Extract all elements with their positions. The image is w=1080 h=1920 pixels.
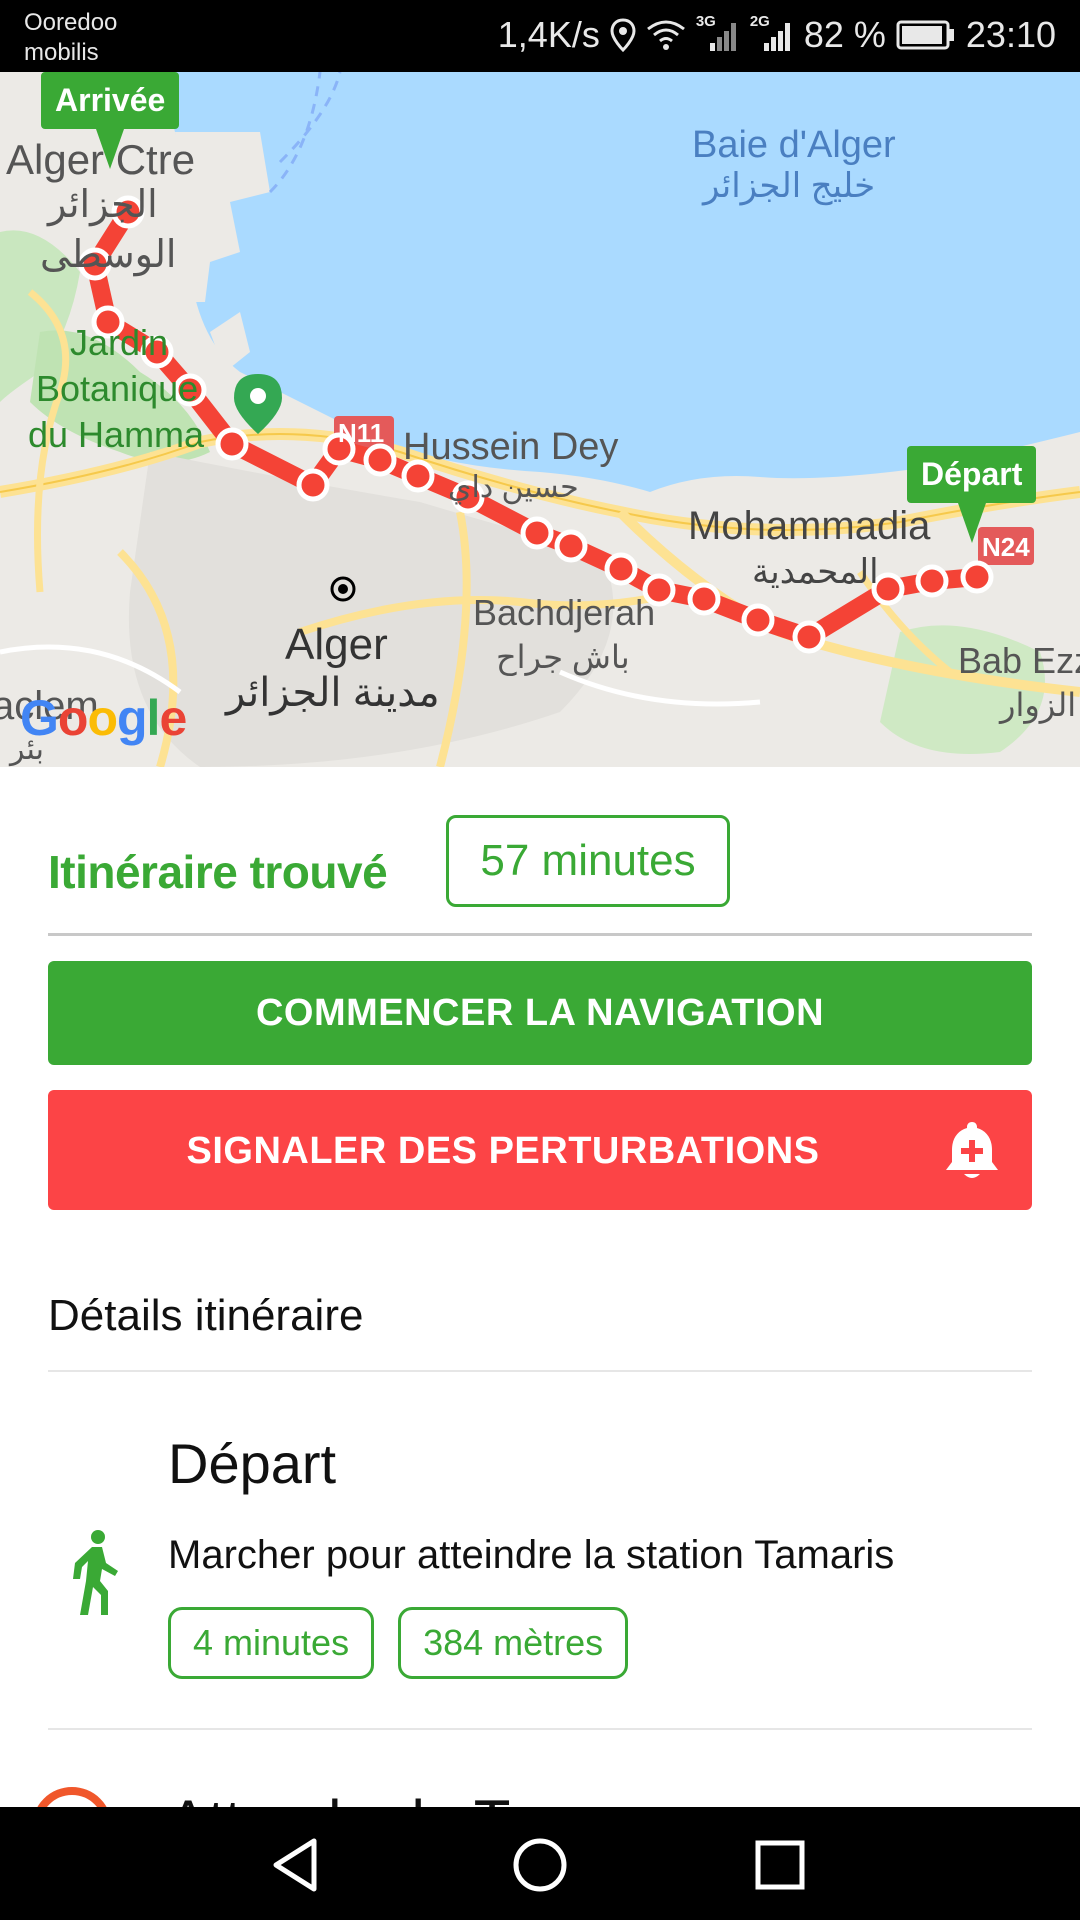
- map-label-jardin-2: Botanique: [36, 368, 199, 409]
- step-chips: 4 minutes 384 mètres: [168, 1607, 629, 1679]
- departure-marker[interactable]: Départ: [907, 446, 1037, 543]
- recent-apps-icon[interactable]: [750, 1835, 810, 1895]
- walking-person-icon: [73, 1530, 118, 1615]
- map-label-bab-ezz: Bab Ezz: [958, 640, 1080, 681]
- step-title: Départ: [168, 1432, 337, 1495]
- map-label-n24: N24: [982, 532, 1030, 562]
- map-label-baie: Baie d'Alger: [692, 124, 896, 166]
- divider: [48, 1370, 1032, 1372]
- location-icon: [610, 18, 636, 52]
- section-title-details: Détails itinéraire: [48, 1291, 364, 1340]
- map-label-alger-ar: مدينة الجزائر: [226, 671, 440, 715]
- divider: [48, 933, 1032, 936]
- carrier-line-2: mobilis: [24, 39, 99, 66]
- map-label-mohammadia-ar: المحمدية: [752, 553, 879, 591]
- map-label-n11: N11: [338, 418, 385, 448]
- signal-3g-icon: 3G: [696, 13, 740, 53]
- step-duration-chip: 4 minutes: [168, 1607, 375, 1679]
- status-bar: Ooredoo mobilis 1,4K/s 3G 2G 82 % 23:10: [0, 0, 1080, 72]
- battery-icon: [896, 20, 954, 50]
- battery-percent: 82 %: [803, 14, 886, 55]
- signal-2g-icon: 2G: [750, 13, 794, 53]
- carrier-line-1: Ooredoo: [24, 9, 118, 36]
- map-label-jardin-1: Jardin: [70, 322, 169, 363]
- map-label-alger-ctre-ar1: الجزائر: [48, 184, 158, 226]
- status-icons: 1,4K/s 3G 2G 82 % 23:10: [497, 13, 1056, 56]
- total-duration-badge: 57 minutes: [446, 815, 730, 907]
- report-disruptions-label: SIGNALER DES PERTURBATIONS: [186, 1130, 820, 1172]
- wifi-icon: [646, 20, 685, 50]
- step-distance-chip: 384 mètres: [398, 1607, 629, 1679]
- report-disruptions-button[interactable]: SIGNALER DES PERTURBATIONS: [48, 1090, 1032, 1210]
- route-map[interactable]: Alger Ctre الجزائر الوسطى Jardin Botaniq…: [0, 72, 1080, 767]
- arrival-marker[interactable]: Arrivée: [41, 72, 180, 169]
- carrier-name: Ooredoo mobilis: [24, 8, 117, 68]
- start-navigation-button[interactable]: COMMENCER LA NAVIGATION: [48, 961, 1032, 1065]
- google-logo: Google: [20, 690, 187, 746]
- divider: [48, 1728, 1032, 1730]
- map-label-mohammadia: Mohammadia: [688, 504, 931, 548]
- step-description: Marcher pour atteindre la station Tamari…: [168, 1533, 895, 1577]
- map-label-hussein-dey: Hussein Dey: [403, 426, 619, 468]
- map-label-jardin-3: du Hamma: [28, 414, 205, 455]
- network-speed: 1,4K/s: [497, 14, 600, 55]
- map-label-alger: Alger: [285, 620, 388, 669]
- map-label-bachdjerah-ar: باش جراح: [496, 639, 630, 675]
- result-title: Itinéraire trouvé: [48, 846, 388, 898]
- map-label-alger-ctre-ar2: الوسطى: [40, 234, 177, 276]
- navigation-bar: [0, 1807, 1080, 1920]
- map-label-baie-ar: خليج الجزائر: [703, 167, 876, 205]
- bell-plus-icon: [946, 1122, 998, 1178]
- result-header: Itinéraire trouvé 57 minutes: [48, 815, 1032, 915]
- back-icon[interactable]: [268, 1835, 328, 1895]
- clock: 23:10: [965, 14, 1056, 55]
- map-label-bab-ezz-ar: الزوار: [1000, 687, 1077, 723]
- map-label-hussein-dey-ar: حسين داي: [448, 471, 579, 504]
- map-label-bachdjerah: Bachdjerah: [473, 592, 656, 633]
- home-icon[interactable]: [510, 1835, 570, 1895]
